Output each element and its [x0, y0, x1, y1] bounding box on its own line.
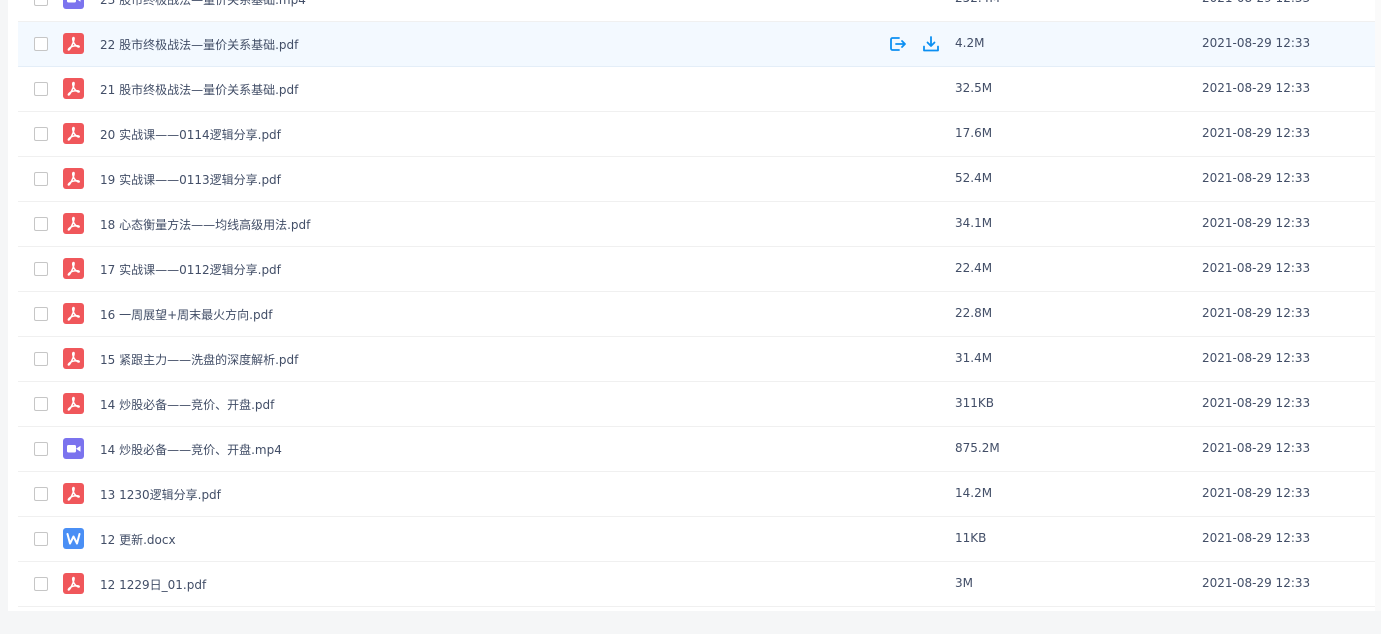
- share-icon[interactable]: [888, 34, 908, 54]
- file-name[interactable]: 13 1230逻辑分享.pdf: [100, 486, 221, 503]
- pdf-icon: [63, 393, 84, 414]
- file-size: 34.1M: [955, 216, 993, 230]
- file-date: 2021-08-29 12:33: [1202, 396, 1311, 410]
- scrollbar-track[interactable]: [1375, 0, 1381, 611]
- file-date: 2021-08-29 12:33: [1202, 216, 1311, 230]
- file-date: 2021-08-29 12:33: [1202, 306, 1311, 320]
- file-date: 2021-08-29 12:33: [1202, 576, 1311, 590]
- video-icon: [63, 0, 84, 9]
- row-checkbox[interactable]: [34, 442, 48, 456]
- row-checkbox[interactable]: [34, 82, 48, 96]
- pdf-icon: [63, 348, 84, 369]
- pdf-icon: [63, 33, 84, 54]
- file-size: 3M: [955, 576, 973, 590]
- file-size: 4.2M: [955, 36, 985, 50]
- pdf-icon: [63, 168, 84, 189]
- file-row[interactable]: 15 紧跟主力——洗盘的深度解析.pdf 31.4M 2021-08-29 12…: [18, 337, 1381, 382]
- file-date: 2021-08-29 12:33: [1202, 126, 1311, 140]
- file-size: 14.2M: [955, 486, 993, 500]
- pdf-icon: [63, 258, 84, 279]
- file-size: 31.4M: [955, 351, 993, 365]
- row-checkbox[interactable]: [34, 307, 48, 321]
- file-name[interactable]: 18 心态衡量方法——均线高级用法.pdf: [100, 216, 310, 233]
- pdf-icon: [63, 303, 84, 324]
- file-size: 32.5M: [955, 81, 993, 95]
- download-icon[interactable]: [921, 34, 941, 54]
- word-icon: [63, 528, 84, 549]
- file-row[interactable]: 19 实战课——0113逻辑分享.pdf 52.4M 2021-08-29 12…: [18, 157, 1381, 202]
- file-list: 23 股市终极战法—量价关系基础.mp4 252.4M 2021-08-29 1…: [18, 0, 1381, 607]
- file-name[interactable]: 21 股市终极战法—量价关系基础.pdf: [100, 81, 298, 98]
- file-name[interactable]: 14 炒股必备——竞价、开盘.pdf: [100, 396, 274, 413]
- row-checkbox[interactable]: [34, 172, 48, 186]
- file-name[interactable]: 17 实战课——0112逻辑分享.pdf: [100, 261, 281, 278]
- file-size: 22.8M: [955, 306, 993, 320]
- file-size: 311KB: [955, 396, 995, 410]
- file-name[interactable]: 14 炒股必备——竞价、开盘.mp4: [100, 441, 282, 458]
- file-name[interactable]: 15 紧跟主力——洗盘的深度解析.pdf: [100, 351, 298, 368]
- file-name[interactable]: 16 一周展望+周末最火方向.pdf: [100, 306, 272, 323]
- file-size: 22.4M: [955, 261, 993, 275]
- row-checkbox[interactable]: [34, 352, 48, 366]
- row-checkbox[interactable]: [34, 487, 48, 501]
- file-row[interactable]: 20 实战课——0114逻辑分享.pdf 17.6M 2021-08-29 12…: [18, 112, 1381, 157]
- file-date: 2021-08-29 12:33: [1202, 81, 1311, 95]
- file-size: 252.4M: [955, 0, 1000, 5]
- file-date: 2021-08-29 12:33: [1202, 261, 1311, 275]
- file-size: 17.6M: [955, 126, 993, 140]
- file-date: 2021-08-29 12:33: [1202, 0, 1310, 5]
- file-name[interactable]: 12 1229日_01.pdf: [100, 576, 206, 593]
- file-row[interactable]: 17 实战课——0112逻辑分享.pdf 22.4M 2021-08-29 12…: [18, 247, 1381, 292]
- file-row[interactable]: 12 更新.docx 11KB 2021-08-29 12:33: [18, 517, 1381, 562]
- file-name[interactable]: 20 实战课——0114逻辑分享.pdf: [100, 126, 281, 143]
- row-checkbox[interactable]: [34, 217, 48, 231]
- file-name[interactable]: 19 实战课——0113逻辑分享.pdf: [100, 171, 281, 188]
- row-checkbox[interactable]: [34, 532, 48, 546]
- row-checkbox[interactable]: [34, 127, 48, 141]
- file-date: 2021-08-29 12:33: [1202, 171, 1311, 185]
- row-checkbox[interactable]: [34, 577, 48, 591]
- file-row[interactable]: 23 股市终极战法—量价关系基础.mp4 252.4M 2021-08-29 1…: [18, 0, 1381, 22]
- pdf-icon: [63, 213, 84, 234]
- file-size: 11KB: [955, 531, 987, 545]
- row-checkbox[interactable]: [34, 0, 48, 6]
- file-date: 2021-08-29 12:33: [1202, 486, 1311, 500]
- row-checkbox[interactable]: [34, 397, 48, 411]
- file-name[interactable]: 12 更新.docx: [100, 531, 176, 548]
- pdf-icon: [63, 573, 84, 594]
- video-icon: [63, 438, 84, 459]
- pdf-icon: [63, 123, 84, 144]
- file-row[interactable]: 22 股市终极战法—量价关系基础.pdf 4.2M 2021-08-29 12:…: [18, 22, 1381, 67]
- file-size: 875.2M: [955, 441, 1000, 455]
- pdf-icon: [63, 483, 84, 504]
- file-row[interactable]: 13 1230逻辑分享.pdf 14.2M 2021-08-29 12:33: [18, 472, 1381, 517]
- file-row[interactable]: 12 1229日_01.pdf 3M 2021-08-29 12:33: [18, 562, 1381, 607]
- file-row[interactable]: 16 一周展望+周末最火方向.pdf 22.8M 2021-08-29 12:3…: [18, 292, 1381, 337]
- file-row[interactable]: 14 炒股必备——竞价、开盘.mp4 875.2M 2021-08-29 12:…: [18, 427, 1381, 472]
- pdf-icon: [63, 78, 84, 99]
- file-name[interactable]: 23 股市终极战法—量价关系基础.mp4: [100, 0, 306, 8]
- file-row[interactable]: 14 炒股必备——竞价、开盘.pdf 311KB 2021-08-29 12:3…: [18, 382, 1381, 427]
- file-size: 52.4M: [955, 171, 993, 185]
- file-date: 2021-08-29 12:33: [1202, 351, 1311, 365]
- file-date: 2021-08-29 12:33: [1202, 36, 1311, 50]
- file-date: 2021-08-29 12:33: [1202, 441, 1311, 455]
- file-row[interactable]: 18 心态衡量方法——均线高级用法.pdf 34.1M 2021-08-29 1…: [18, 202, 1381, 247]
- file-list-panel: 23 股市终极战法—量价关系基础.mp4 252.4M 2021-08-29 1…: [8, 0, 1381, 611]
- row-checkbox[interactable]: [34, 262, 48, 276]
- file-name[interactable]: 22 股市终极战法—量价关系基础.pdf: [100, 36, 298, 53]
- file-date: 2021-08-29 12:33: [1202, 531, 1311, 545]
- file-row[interactable]: 21 股市终极战法—量价关系基础.pdf 32.5M 2021-08-29 12…: [18, 67, 1381, 112]
- row-checkbox[interactable]: [34, 37, 48, 51]
